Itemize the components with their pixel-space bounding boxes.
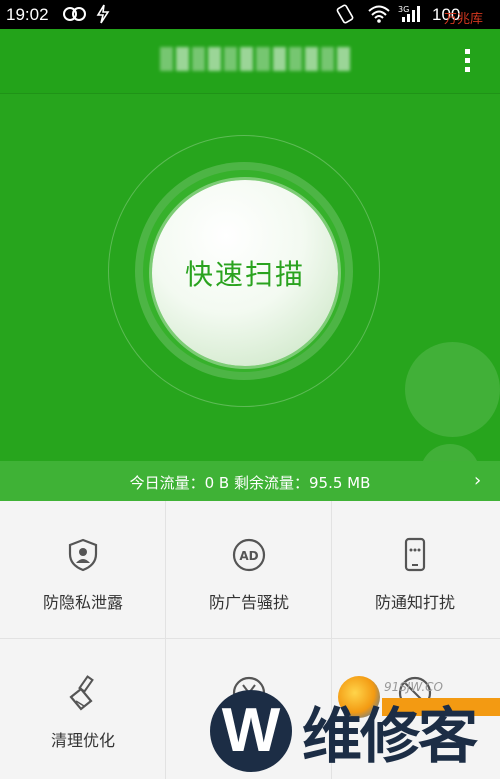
broom-icon	[65, 675, 101, 711]
clock: 19:02	[6, 5, 49, 24]
feature-privacy[interactable]: 防隐私泄露	[0, 501, 166, 639]
app-header	[0, 29, 500, 94]
traffic-bar[interactable]: 今日流量：0 B 剩余流量：95.5 MB ›	[0, 461, 500, 501]
feature-notify[interactable]: 防通知打扰	[332, 501, 500, 639]
decor-bubble	[405, 342, 500, 437]
decor-bubble	[420, 444, 480, 461]
status-bar: 19:02 3G 100 万兆库	[0, 0, 500, 29]
chevron-right-icon: ›	[474, 470, 482, 491]
feature-clean[interactable]: 清理优化	[0, 639, 166, 779]
sync-icon	[62, 4, 88, 29]
brand-watermark: W 维修客	[210, 690, 500, 779]
brand-watermark-text: 维修客	[302, 702, 478, 772]
signal-3g-icon: 3G	[398, 4, 424, 29]
feature-label: 防广告骚扰	[208, 593, 289, 612]
wifi-icon	[368, 4, 390, 29]
more-vert-icon[interactable]	[458, 49, 476, 75]
phone-notice-icon	[397, 537, 433, 573]
watermark-text: 万兆库	[444, 12, 484, 27]
quick-scan-button[interactable]: 快速扫描	[152, 180, 338, 366]
feature-label: 防通知打扰	[374, 593, 455, 612]
brand-logo-icon: W	[210, 690, 292, 772]
feature-ads[interactable]: AD 防广告骚扰	[166, 501, 332, 639]
blurred-app-title	[160, 47, 350, 71]
ad-icon: AD	[231, 537, 267, 573]
feature-label: 清理优化	[50, 731, 115, 750]
quick-scan-label: 快速扫描	[184, 258, 305, 291]
traffic-text: 今日流量：0 B 剩余流量：95.5 MB	[129, 474, 371, 492]
user-shield-icon	[65, 537, 101, 573]
vibrate-icon	[334, 4, 356, 29]
feature-label: 防隐私泄露	[42, 593, 123, 612]
scan-hero: 快速扫描	[0, 94, 500, 461]
svg-text:AD: AD	[239, 549, 258, 563]
svg-text:3G: 3G	[398, 5, 409, 14]
charging-icon	[96, 4, 110, 29]
